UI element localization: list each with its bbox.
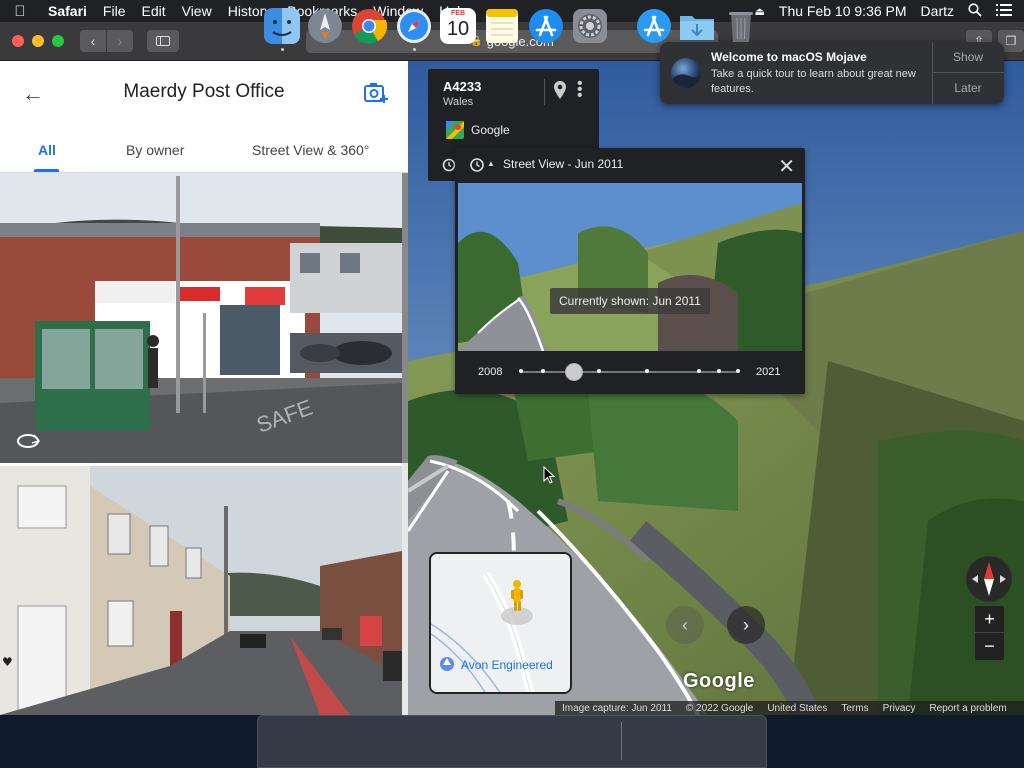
timeline-end-year: 2021 xyxy=(756,366,781,378)
forward-button[interactable]: › xyxy=(107,30,133,52)
timeline-slider-track[interactable] xyxy=(521,371,739,373)
country-link[interactable]: United States xyxy=(760,703,834,714)
active-tab-indicator xyxy=(34,169,59,172)
close-icon[interactable]: ✕ xyxy=(778,154,795,179)
terms-link[interactable]: Terms xyxy=(834,703,875,714)
currently-shown-label: Currently shown: Jun 2011 xyxy=(550,288,710,314)
system-preferences-icon[interactable] xyxy=(572,8,608,44)
location-pin-icon[interactable] xyxy=(554,81,566,99)
road-name: A4233 xyxy=(443,79,482,94)
app-store-icon[interactable] xyxy=(528,8,564,44)
zoom-in-button[interactable]: + xyxy=(975,606,1004,633)
google-maps-icon xyxy=(446,121,464,139)
google-logo: Google xyxy=(683,670,755,692)
svg-text:♥: ♥ xyxy=(2,655,13,669)
photo-post-office[interactable]: SAFE xyxy=(0,173,402,463)
spotlight-search-icon[interactable] xyxy=(968,2,982,20)
more-options-icon[interactable]: • • • xyxy=(577,76,583,104)
timeline-capture-marker[interactable] xyxy=(597,369,601,373)
menu-app-name[interactable]: Safari xyxy=(40,3,95,19)
notification-show-button[interactable]: Show xyxy=(932,42,1004,73)
chrome-icon[interactable] xyxy=(351,8,387,44)
caret-up-icon[interactable]: ▲ xyxy=(487,159,495,168)
notes-icon[interactable] xyxy=(484,8,520,44)
timeline-capture-marker[interactable] xyxy=(541,369,545,373)
zoom-out-button[interactable]: − xyxy=(975,633,1004,660)
time-travel-popup: ▲ Street View - Jun 2011 ✕ Currently sho… xyxy=(455,148,805,394)
sidebar-toggle-button[interactable] xyxy=(147,30,179,52)
notification-center-icon[interactable] xyxy=(996,3,1012,19)
calendar-day: 10 xyxy=(446,18,470,40)
timeline-capture-marker[interactable] xyxy=(645,369,649,373)
app-store-download-icon[interactable] xyxy=(636,8,672,44)
menubar-status-area: ⏏ Thu Feb 10 9:36 PM Dartz xyxy=(755,2,1024,20)
add-photo-icon[interactable] xyxy=(364,81,388,103)
time-travel-title: Street View - Jun 2011 xyxy=(503,157,624,171)
calendar-icon[interactable]: FEB 10 xyxy=(440,8,476,44)
safari-running-indicator xyxy=(413,48,416,51)
history-nav: ‹ › xyxy=(80,30,133,52)
back-button[interactable]: ‹ xyxy=(80,30,106,52)
launchpad-icon[interactable] xyxy=(307,8,343,44)
privacy-link[interactable]: Privacy xyxy=(876,703,923,714)
mouse-cursor-icon xyxy=(543,466,555,484)
menu-edit[interactable]: Edit xyxy=(133,3,173,19)
imagery-source: Google xyxy=(471,123,510,137)
next-photo-button[interactable]: › xyxy=(727,606,765,644)
tab-by-owner[interactable]: By owner xyxy=(126,142,184,158)
timeline-capture-marker[interactable] xyxy=(717,369,721,373)
timeline-capture-marker[interactable] xyxy=(697,369,701,373)
timeline-capture-marker[interactable] xyxy=(519,369,523,373)
report-problem-link[interactable]: Report a problem xyxy=(922,703,1013,714)
compass-icon[interactable] xyxy=(966,556,1012,602)
fullscreen-window-button[interactable] xyxy=(52,35,64,47)
timeline-capture-marker[interactable] xyxy=(736,369,740,373)
place-title: Maerdy Post Office xyxy=(123,81,285,102)
mini-map-place-label[interactable]: Avon Engineered xyxy=(461,658,553,672)
map-footer: Image capture: Jun 2011 © 2022 Google Un… xyxy=(555,701,1024,715)
time-travel-clock-icon[interactable] xyxy=(469,157,485,173)
system-notification[interactable]: Welcome to macOS Mojave Take a quick tou… xyxy=(660,42,1004,104)
macos-mojave-icon xyxy=(671,58,701,88)
tab-all[interactable]: All xyxy=(38,142,56,158)
photo-tabs: All By owner Street View & 360° xyxy=(0,124,408,173)
photo-terraced-street[interactable]: ♥ xyxy=(0,466,402,715)
menu-view[interactable]: View xyxy=(174,3,220,19)
region-name: Wales xyxy=(443,96,474,108)
minimize-window-button[interactable] xyxy=(32,35,44,47)
copyright-text: © 2022 Google xyxy=(685,702,754,714)
menubar-user[interactable]: Dartz xyxy=(921,3,954,19)
time-travel-preview-image[interactable] xyxy=(458,183,802,351)
apple-menu-icon[interactable]:  xyxy=(0,3,40,20)
mini-map[interactable]: Avon Engineered xyxy=(429,552,572,694)
notification-later-button[interactable]: Later xyxy=(932,73,1004,104)
window-controls xyxy=(12,35,64,47)
timeline-start-year: 2008 xyxy=(478,366,503,378)
trash-icon[interactable] xyxy=(723,8,759,44)
dock-separator xyxy=(621,722,622,760)
tab-street-view[interactable]: Street View & 360° xyxy=(252,142,369,158)
previous-photo-button[interactable]: ‹ xyxy=(666,606,704,644)
close-window-button[interactable] xyxy=(12,35,24,47)
zoom-controls: + − xyxy=(975,606,1004,660)
finder-running-indicator xyxy=(281,48,284,51)
notification-title: Welcome to macOS Mojave xyxy=(711,50,867,64)
card-divider xyxy=(544,79,545,105)
sidebar-icon xyxy=(156,36,170,46)
panel-header: ← Maerdy Post Office xyxy=(0,61,408,124)
timeline-slider-handle[interactable] xyxy=(565,363,584,381)
image-capture-date: Image capture: Jun 2011 xyxy=(562,702,672,714)
downloads-folder-icon[interactable] xyxy=(679,8,715,44)
safari-icon[interactable] xyxy=(396,8,432,44)
dock xyxy=(257,715,767,768)
place-photos-panel: ← Maerdy Post Office All By owner Street… xyxy=(0,61,408,715)
calendar-month: FEB xyxy=(451,10,465,17)
notification-body: Take a quick tour to learn about great n… xyxy=(711,68,916,95)
history-clock-icon[interactable] xyxy=(442,158,456,172)
menubar-clock[interactable]: Thu Feb 10 9:36 PM xyxy=(779,3,907,19)
finder-icon[interactable] xyxy=(264,8,300,44)
menu-file[interactable]: File xyxy=(95,3,134,19)
